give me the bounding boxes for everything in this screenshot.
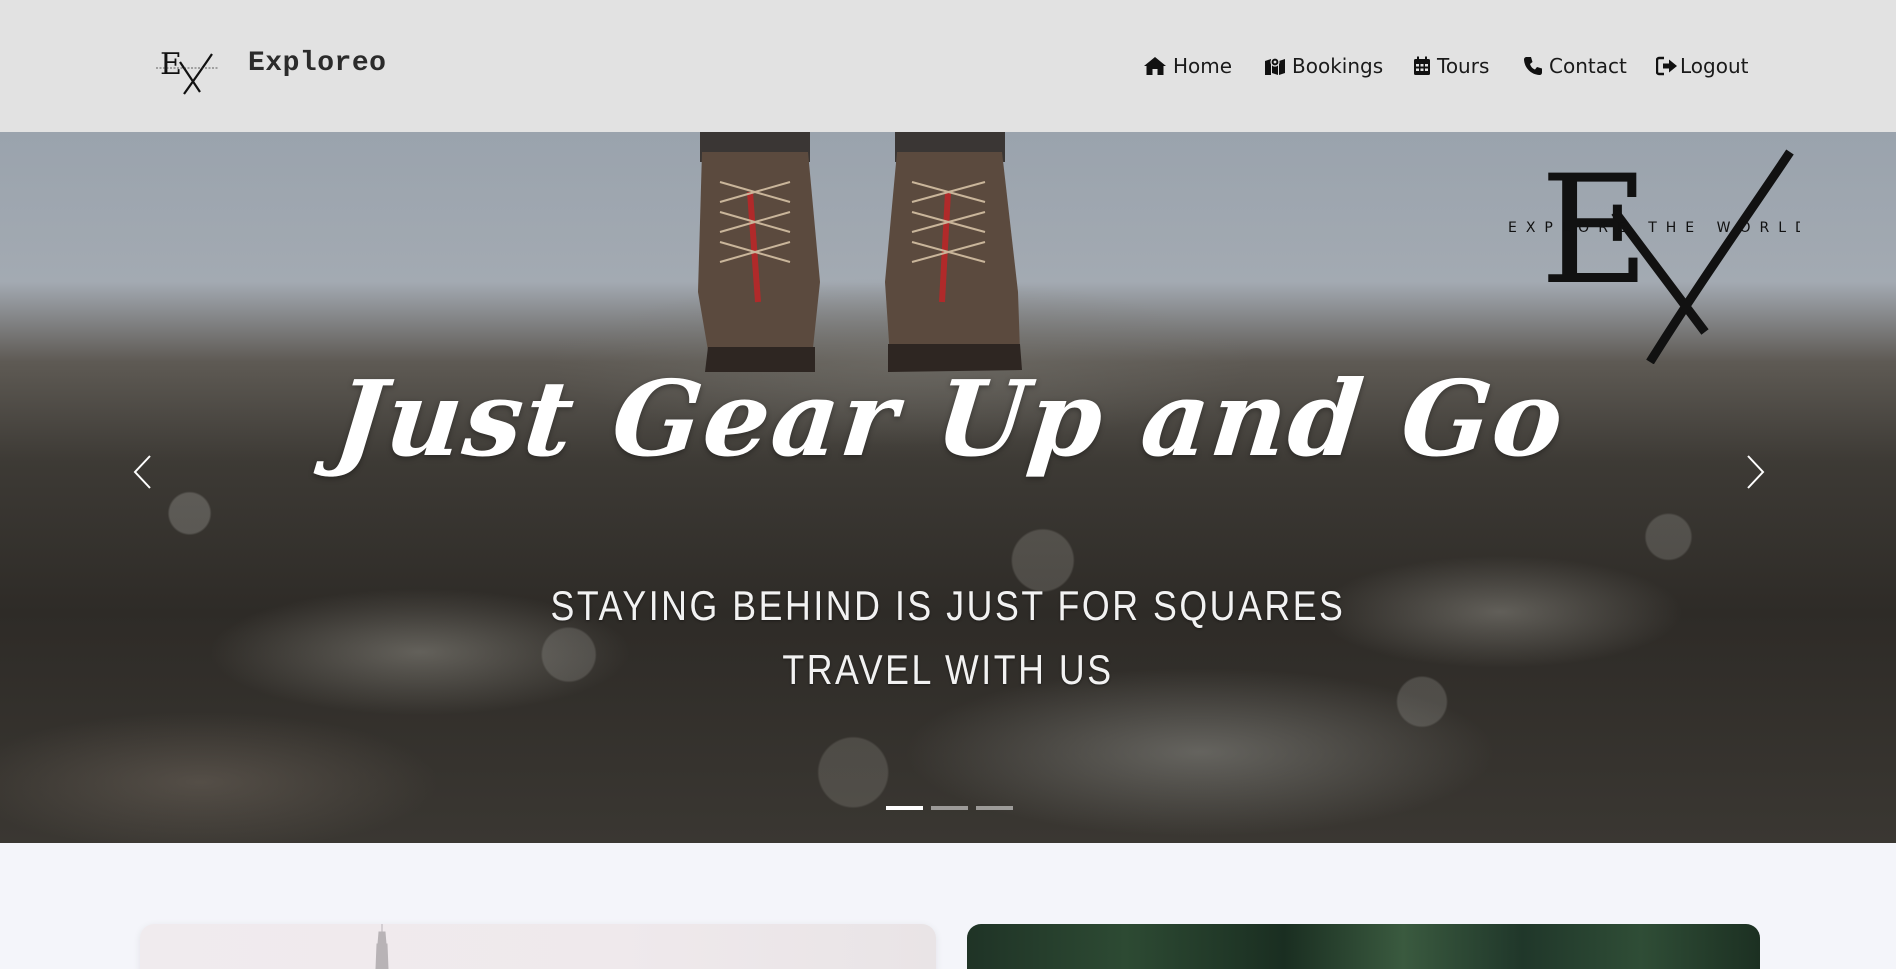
carousel-indicators bbox=[886, 806, 1013, 810]
nav-logout-label: Logout bbox=[1680, 54, 1749, 78]
carousel-indicator-3[interactable] bbox=[976, 806, 1013, 810]
hiking-boots-image bbox=[698, 132, 1022, 372]
brand-logo[interactable]: E bbox=[154, 40, 220, 96]
tour-card-right[interactable] bbox=[967, 924, 1760, 969]
logout-icon bbox=[1656, 56, 1677, 76]
brand-name[interactable]: Exploreo bbox=[248, 48, 386, 79]
nav-bookings-label: Bookings bbox=[1292, 54, 1384, 78]
carousel-next-button[interactable] bbox=[1736, 442, 1776, 502]
chevron-left-icon bbox=[133, 455, 151, 489]
hero-logo-tagline: EXPLORE THE WORLD bbox=[1508, 220, 1800, 236]
nav-bookings[interactable]: Bookings bbox=[1264, 50, 1383, 82]
chevron-right-icon bbox=[1747, 455, 1765, 489]
carousel-indicator-1[interactable] bbox=[886, 806, 923, 810]
nav-tours[interactable]: Tours bbox=[1413, 50, 1489, 82]
nav-home[interactable]: Home bbox=[1143, 50, 1232, 82]
tower-image bbox=[375, 924, 389, 969]
hero-subtitle-line2: TRAVEL WITH US bbox=[782, 646, 1114, 693]
phone-icon bbox=[1524, 57, 1542, 75]
navbar: E Exploreo Home Bookings Tours Contact L… bbox=[0, 0, 1896, 132]
hero-logo-watermark: E EXPLORE THE WORLD bbox=[1508, 144, 1800, 364]
nav-home-label: Home bbox=[1173, 54, 1233, 78]
nav-logout[interactable]: Logout bbox=[1656, 50, 1748, 82]
calendar-icon bbox=[1414, 56, 1430, 75]
nav-contact-label: Contact bbox=[1549, 54, 1627, 78]
carousel-prev-button[interactable] bbox=[122, 442, 162, 502]
nav-tours-label: Tours bbox=[1437, 54, 1490, 78]
map-icon bbox=[1265, 57, 1285, 75]
nav-contact[interactable]: Contact bbox=[1523, 50, 1627, 82]
hero-carousel: E EXPLORE THE WORLD Just Gear Up and Go … bbox=[0, 132, 1896, 843]
home-icon bbox=[1144, 57, 1166, 75]
tour-card-left[interactable] bbox=[140, 924, 936, 969]
hero-title: Just Gear Up and Go bbox=[329, 357, 1571, 480]
hero-subtitle-line1: STAYING BEHIND IS JUST FOR SQUARES bbox=[550, 582, 1346, 629]
svg-text:E: E bbox=[160, 47, 182, 82]
carousel-indicator-2[interactable] bbox=[931, 806, 968, 810]
